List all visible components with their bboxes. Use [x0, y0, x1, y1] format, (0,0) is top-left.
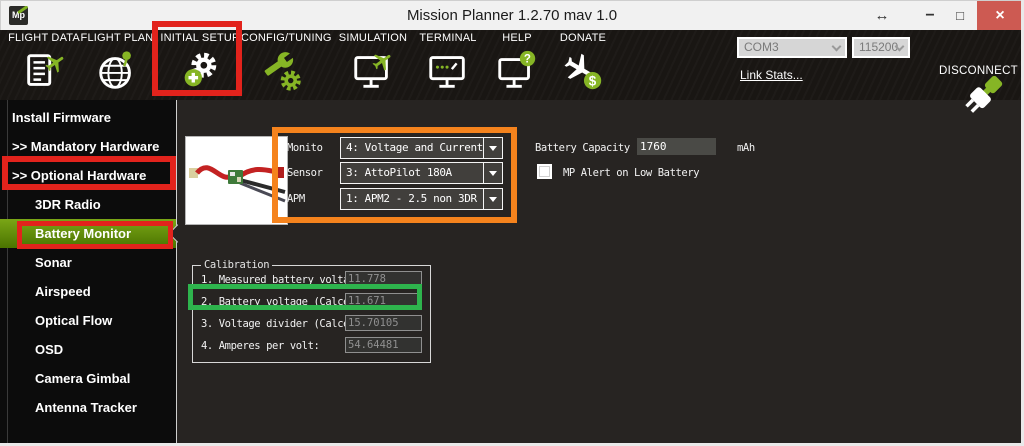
tab-flight-plan-label: FLIGHT PLAN	[74, 32, 160, 44]
sensor-label: Sensor	[287, 167, 323, 179]
main-toolbar: FLIGHT DATA FLIGHT PLAN INITIAL SETUP	[0, 30, 1024, 100]
calib-row2-value[interactable]: 11.671	[345, 293, 422, 309]
calib-row1-value[interactable]: 11.778	[345, 271, 422, 287]
title-bar: Mp Mission Planner 1.2.70 mav 1.0 ↔ − □ …	[0, 0, 1024, 30]
monitor-select[interactable]: 4: Voltage and Current	[340, 137, 503, 159]
sidebar-item-3dr-radio[interactable]: 3DR Radio	[0, 190, 176, 219]
sidebar-item-sonar[interactable]: Sonar	[0, 248, 176, 277]
sidebar-item-osd[interactable]: OSD	[0, 335, 176, 364]
svg-text:?: ?	[524, 53, 531, 65]
baud-rate-select[interactable]: 115200	[852, 37, 910, 58]
calib-row3-value[interactable]: 15.70105	[345, 315, 422, 331]
sidebar-item-optical-flow[interactable]: Optical Flow	[0, 306, 176, 335]
tab-config-tuning-label: CONFIG/TUNING	[241, 32, 327, 44]
flight-plan-icon	[94, 48, 140, 94]
config-tuning-icon	[261, 48, 307, 94]
tab-config-tuning[interactable]: CONFIG/TUNING	[241, 32, 327, 98]
terminal-icon	[425, 48, 471, 94]
dropdown-arrow-icon[interactable]	[483, 138, 502, 158]
com-port-select[interactable]: COM3	[737, 37, 847, 58]
battery-capacity-input[interactable]	[637, 138, 716, 155]
sidebar-item-antenna-tracker[interactable]: Antenna Tracker	[0, 393, 176, 422]
close-button[interactable]: ×	[977, 1, 1023, 30]
battery-capacity-unit: mAh	[737, 142, 755, 154]
calib-row2-label: 2. Battery voltage (Calced):	[201, 296, 367, 308]
minimize-button[interactable]: −	[915, 1, 945, 30]
chevron-down-icon	[832, 42, 842, 52]
battery-module-image	[185, 136, 288, 225]
mp-alert-label: MP Alert on Low Battery	[563, 167, 699, 179]
calib-row4-label: 4. Amperes per volt:	[201, 340, 319, 352]
help-icon: ?	[494, 48, 540, 94]
resize-arrows-icon[interactable]: ↔	[867, 1, 897, 30]
sidebar-item-airspeed[interactable]: Airspeed	[0, 277, 176, 306]
link-stats-link[interactable]: Link Stats...	[740, 68, 803, 82]
apm-value: 1: APM2 - 2.5 non 3DR	[346, 192, 477, 205]
monitor-label: Monito	[287, 142, 323, 154]
dropdown-arrow-icon[interactable]	[483, 189, 502, 209]
tab-donate-label: DONATE	[540, 32, 626, 44]
tab-donate[interactable]: DONATE $	[540, 32, 626, 98]
calibration-groupbox: Calibration 1. Measured battery voltage:…	[192, 265, 431, 363]
calib-row3-label: 3. Voltage divider (Calced):	[201, 318, 367, 330]
tab-initial-setup[interactable]: INITIAL SETUP	[157, 32, 243, 98]
sidebar-item-camera-gimbal[interactable]: Camera Gimbal	[0, 364, 176, 393]
tab-initial-setup-label: INITIAL SETUP	[157, 32, 243, 44]
tab-simulation-label: SIMULATION	[330, 32, 416, 44]
sidebar-item-install-firmware[interactable]: Install Firmware	[0, 103, 176, 132]
sensor-select[interactable]: 3: AttoPilot 180A	[340, 162, 503, 184]
sidebar: Install Firmware >> Mandatory Hardware >…	[0, 100, 177, 446]
tab-simulation[interactable]: SIMULATION	[330, 32, 416, 98]
sidebar-item-battery-monitor[interactable]: Battery Monitor	[0, 219, 176, 248]
calib-row4-value[interactable]: 54.64481	[345, 337, 422, 353]
com-port-value: COM3	[744, 40, 779, 54]
mission-planner-window: Mp Mission Planner 1.2.70 mav 1.0 ↔ − □ …	[0, 0, 1024, 446]
simulation-icon	[350, 48, 396, 94]
apm-label: APM	[287, 193, 305, 205]
content-area: Install Firmware >> Mandatory Hardware >…	[0, 100, 1024, 446]
monitor-value: 4: Voltage and Current	[346, 141, 483, 154]
flight-data-icon	[21, 48, 67, 94]
sensor-value: 3: AttoPilot 180A	[346, 166, 452, 179]
initial-setup-icon	[177, 48, 223, 94]
dropdown-arrow-icon[interactable]	[483, 163, 502, 183]
calibration-title: Calibration	[201, 259, 272, 271]
baud-rate-value: 115200	[859, 40, 898, 54]
donate-icon: $	[560, 48, 606, 94]
mp-alert-checkbox[interactable]	[537, 164, 552, 179]
tab-flight-plan[interactable]: FLIGHT PLAN	[74, 32, 160, 98]
sidebar-item-mandatory-hardware[interactable]: >> Mandatory Hardware	[0, 132, 176, 161]
battery-capacity-label: Battery Capacity	[535, 142, 630, 154]
apm-select[interactable]: 1: APM2 - 2.5 non 3DR	[340, 188, 503, 210]
calib-row1-label: 1. Measured battery voltage:	[201, 274, 367, 286]
sidebar-item-optional-hardware[interactable]: >> Optional Hardware	[0, 161, 176, 190]
svg-text:$: $	[589, 73, 597, 88]
maximize-button[interactable]: □	[945, 1, 975, 30]
